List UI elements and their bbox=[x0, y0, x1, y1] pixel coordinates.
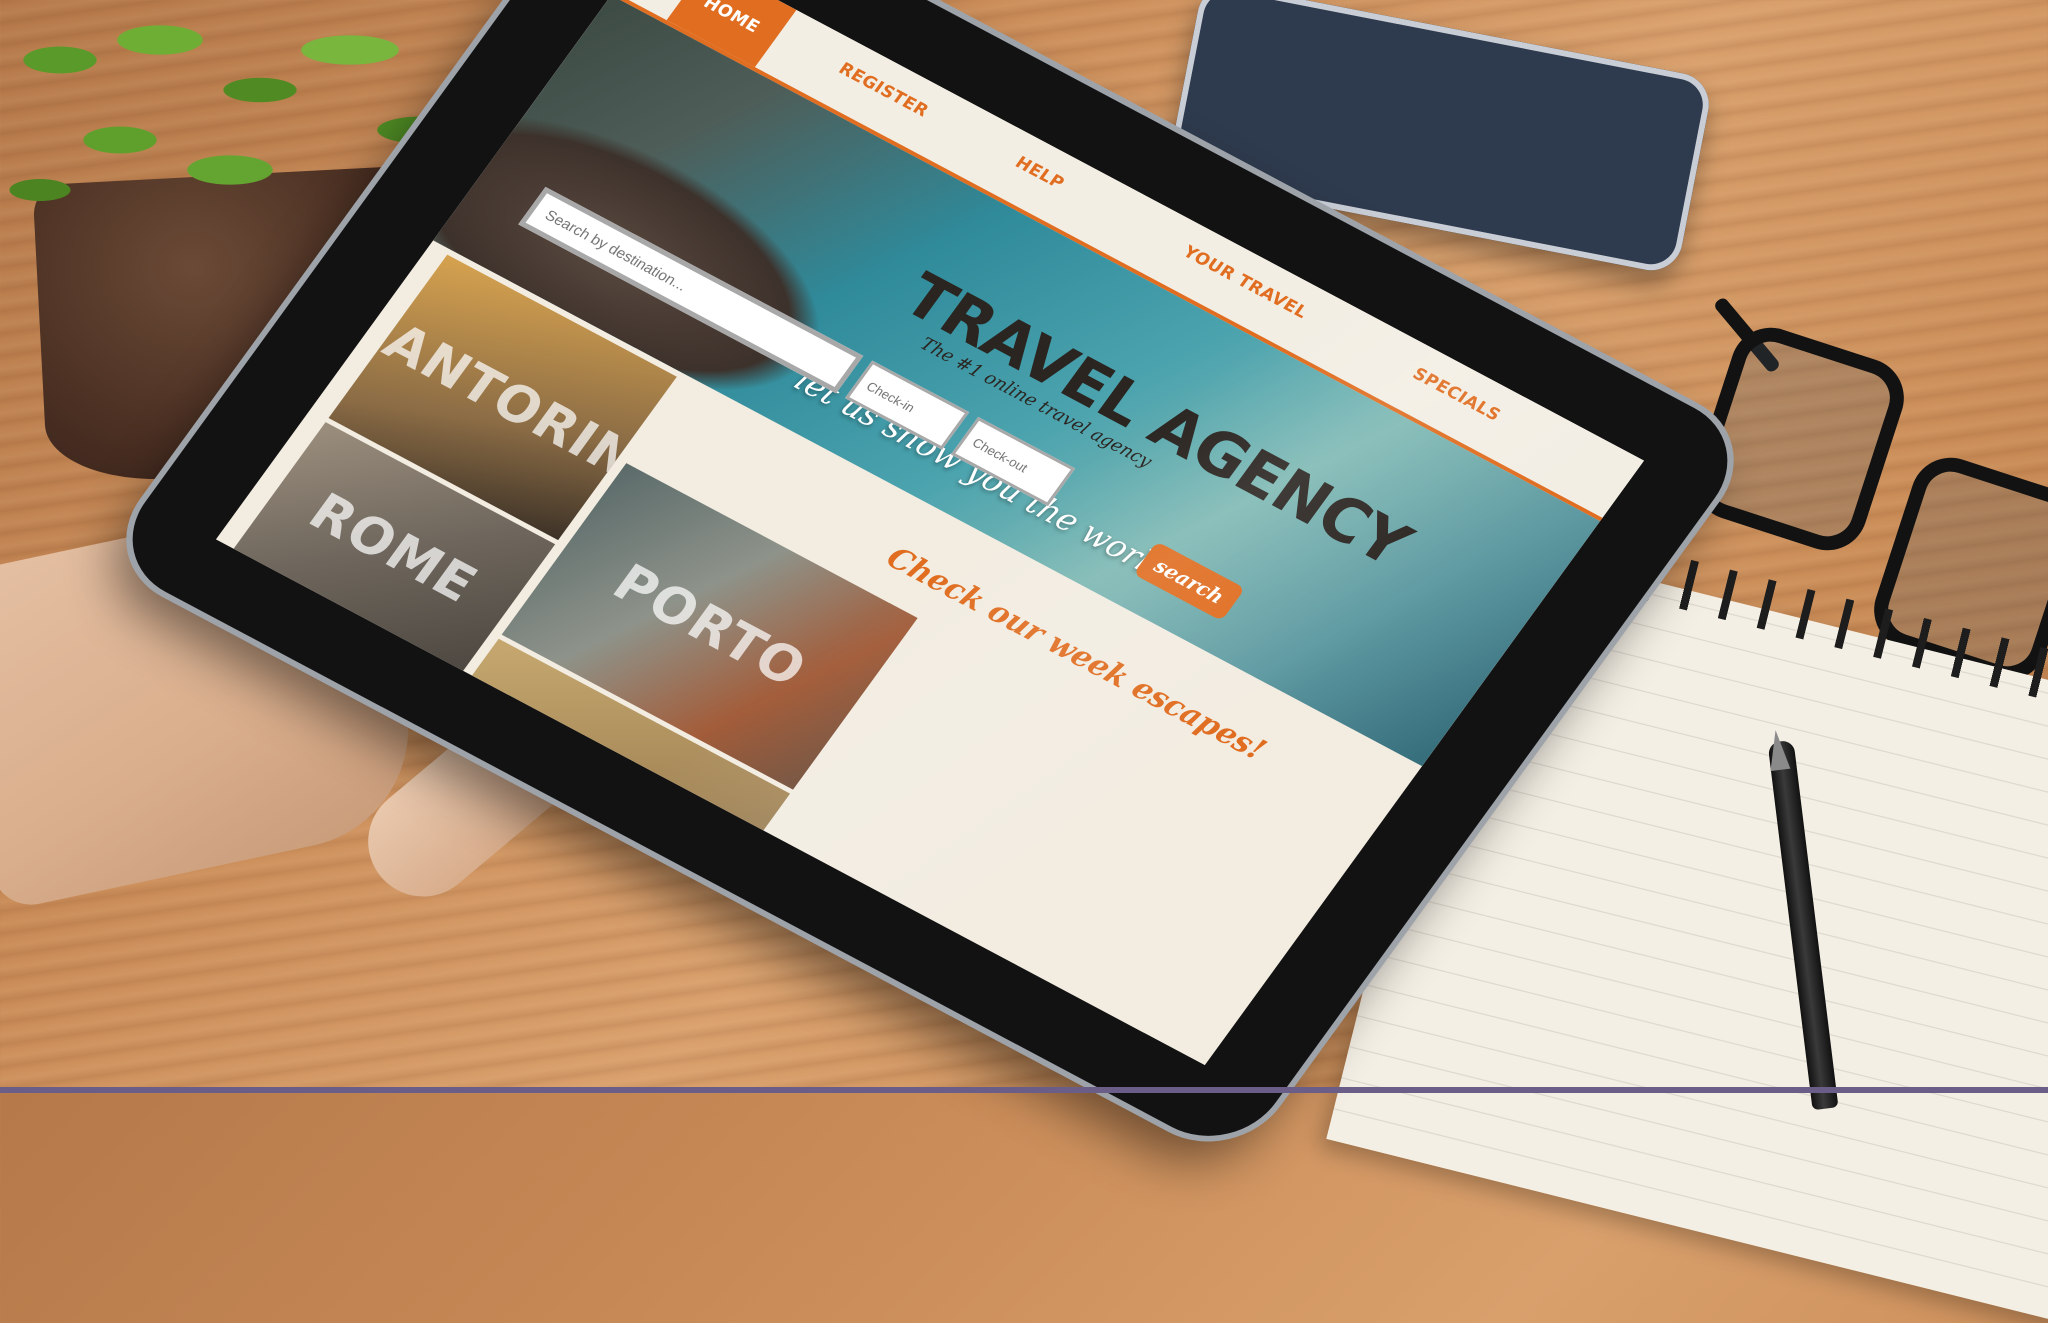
nav-item-help[interactable]: HELP bbox=[1011, 153, 1068, 193]
bottom-border bbox=[0, 1087, 2048, 1093]
destination-label: ROME bbox=[297, 482, 489, 615]
destination-label: PORTO bbox=[601, 553, 818, 699]
nav-item-specials[interactable]: SPECIALS bbox=[1408, 364, 1504, 425]
nav-item-register[interactable]: REGISTER bbox=[835, 59, 933, 121]
